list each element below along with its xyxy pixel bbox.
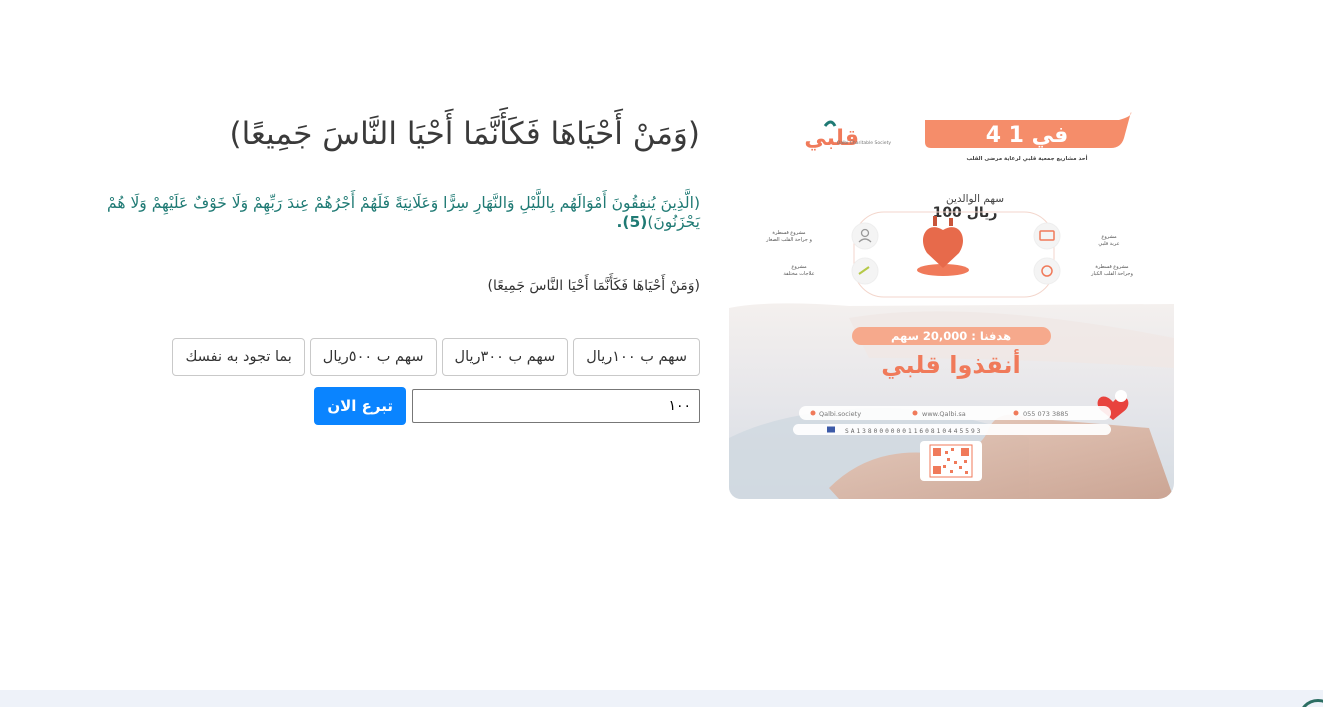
poster-headline: أنقذوا قلبي	[881, 349, 1020, 379]
svg-text:مشروع: مشروع	[791, 264, 807, 270]
svg-text:وجراحة القلب الكبار: وجراحة القلب الكبار	[1090, 271, 1133, 277]
parents-share-label: سهم الوالدين	[946, 193, 1004, 205]
share-options: سهم ب ١٠٠ريال سهم ب ٣٠٠ريال سهم ب ٥٠٠ريا…	[172, 338, 700, 376]
project-icon-care: مشروع قسطرة و جراحة القلب الصغار	[765, 222, 879, 250]
poster-logo: قلبي Qalbi Charitable Society	[804, 120, 892, 151]
campaign-poster: قلبي Qalbi Charitable Society 4 في 1 أحد…	[729, 108, 1174, 499]
project-icon-surgery: مشروع قسطرة وجراحة القلب الكبار	[1033, 257, 1133, 285]
goal-text: هدفنا : 20,000 سهم	[891, 329, 1011, 343]
share-500-button[interactable]: سهم ب ٥٠٠ريال	[309, 338, 437, 376]
badge-text: 4 في 1	[986, 123, 1069, 148]
svg-text:مشروع قسطرة: مشروع قسطرة	[1095, 264, 1129, 270]
share-300-button[interactable]: سهم ب ٣٠٠ريال	[441, 338, 569, 376]
poster-logo-subtitle: Qalbi Charitable Society	[837, 140, 892, 146]
badge-subtitle: أحد مشاريع جمعية قلبي لرعاية مرضى القلب	[967, 154, 1088, 162]
svg-text:مشروع: مشروع	[1101, 234, 1117, 240]
parents-share-amount: 100 ريال	[933, 205, 998, 221]
footer-band	[0, 690, 1323, 707]
qr-code-icon	[920, 441, 982, 481]
poster-logo-text: قلبي	[804, 126, 859, 151]
donate-form: تبرع الان	[314, 387, 700, 425]
page-title: (وَمَنْ أَحْيَاهَا فَكَأَنَّمَا أَحْيَا …	[229, 116, 701, 152]
amount-input[interactable]	[412, 389, 700, 423]
verse-number: (5).	[616, 213, 648, 231]
poster-graphic: قلبي Qalbi Charitable Society 4 في 1 أحد…	[729, 112, 1174, 499]
iban-text: SA1380000001160810445593	[845, 428, 982, 435]
contact-website: www.Qalbi.sa	[922, 410, 966, 418]
svg-text:مشروع قسطرة: مشروع قسطرة	[772, 230, 806, 236]
verse-text: (الَّذِينَ يُنفِقُونَ أَمْوَالَهُم بِالل…	[60, 194, 700, 232]
verse-body: (الَّذِينَ يُنفِقُونَ أَمْوَالَهُم بِالل…	[107, 194, 700, 231]
donate-now-button[interactable]: تبرع الان	[314, 387, 406, 425]
contact-handle: Qalbi.society	[819, 410, 861, 418]
svg-text:و جراحة القلب الصغار: و جراحة القلب الصغار	[765, 237, 812, 243]
svg-text:عربة قلبي: عربة قلبي	[1098, 241, 1119, 247]
svg-text:علاجات مختلفة: علاجات مختلفة	[783, 271, 814, 277]
heart-illustration	[917, 216, 969, 276]
custom-amount-button[interactable]: بما تجود به نفسك	[172, 338, 305, 376]
poster-badge: 4 في 1 أحد مشاريع جمعية قلبي لرعاية مرضى…	[925, 112, 1132, 162]
contact-phone: 055 073 3885	[1023, 410, 1069, 418]
subtitle: (وَمَنْ أَحْيَاهَا فَكَأَنَّمَا أَحْيَا …	[487, 278, 700, 294]
project-icon-medical: مشروع عربة قلبي	[1033, 222, 1120, 250]
share-100-button[interactable]: سهم ب ١٠٠ريال	[573, 338, 700, 376]
project-icon-medicine: مشروع علاجات مختلفة	[783, 257, 879, 285]
